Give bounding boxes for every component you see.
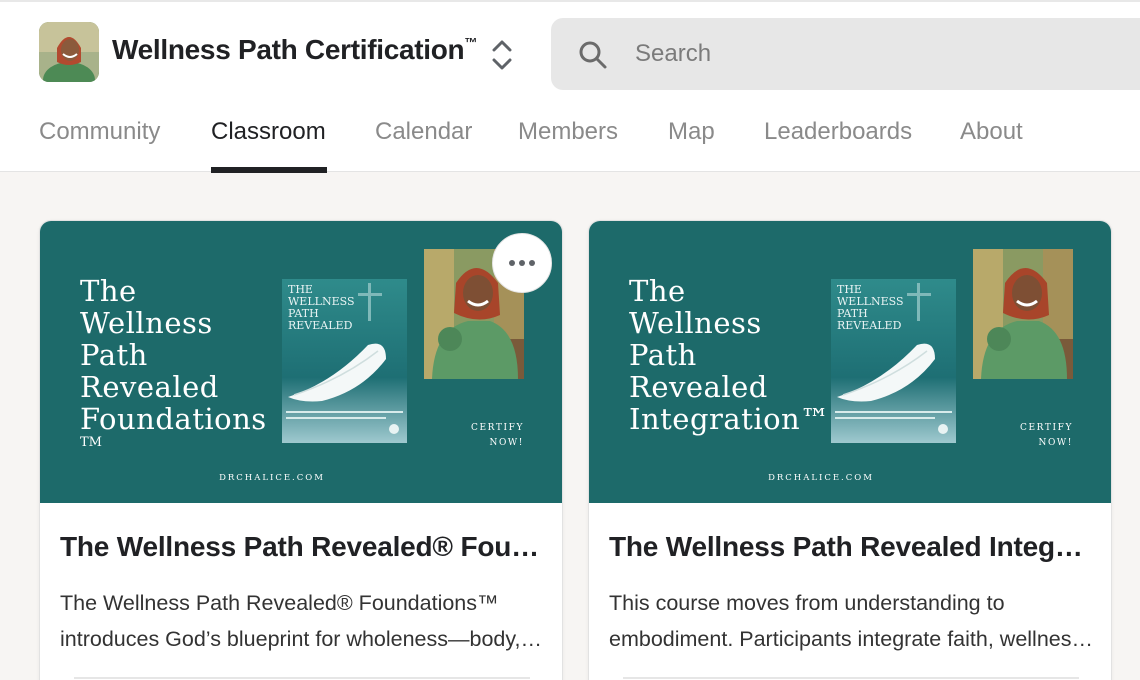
search-input[interactable]: [635, 36, 1135, 72]
tab-bar: Community Classroom Calendar Members Map…: [0, 106, 1140, 174]
progress-track: [74, 677, 530, 679]
tab-classroom[interactable]: Classroom: [211, 118, 326, 146]
tab-community[interactable]: Community: [39, 118, 160, 146]
description-line: The Wellness Path Revealed® Foundations™: [60, 591, 499, 615]
banner-website: DRCHALICE.COM: [768, 473, 874, 483]
course-card[interactable]: The Wellness Path Revealed Integration™ …: [588, 220, 1112, 680]
tab-members[interactable]: Members: [518, 118, 618, 146]
chevron-updown-icon[interactable]: [488, 37, 516, 73]
course-title[interactable]: The Wellness Path Revealed® Foundations™: [60, 531, 540, 563]
banner-title: The Wellness Path Revealed Foundations: [80, 274, 267, 436]
tab-calendar[interactable]: Calendar: [375, 118, 472, 146]
tab-about[interactable]: About: [960, 118, 1023, 146]
banner-trademark: TM: [80, 435, 102, 450]
more-dots-icon: [509, 260, 515, 266]
more-dots-icon: [519, 260, 525, 266]
book-title-line: REVEALED: [288, 319, 353, 332]
course-banner: The Wellness Path Revealed Integration™ …: [589, 221, 1111, 503]
book-title-line: REVEALED: [837, 319, 902, 332]
description-line: introduces God’s blueprint for wholeness…: [60, 627, 544, 651]
book-cover-image: THE WELLNESS PATH REVEALED: [282, 279, 407, 443]
more-dots-icon: [529, 260, 535, 266]
group-name[interactable]: Wellness Path Certification™: [112, 34, 477, 66]
course-description: The Wellness Path Revealed® Foundations™…: [60, 585, 544, 657]
group-avatar[interactable]: [39, 22, 99, 82]
certify-now-text: CERTIFY NOW!: [470, 423, 524, 448]
banner-title: The Wellness Path Revealed Integration™: [629, 274, 830, 436]
search-icon: [579, 41, 607, 69]
description-line: This course moves from understanding to: [609, 591, 1005, 615]
description-line: embodiment. Participants integrate faith…: [609, 627, 1093, 651]
course-title[interactable]: The Wellness Path Revealed Integration™: [609, 531, 1089, 563]
top-header: Wellness Path Certification™ Community C…: [0, 0, 1140, 174]
author-photo: [973, 249, 1073, 379]
certify-now-text: CERTIFY NOW!: [1019, 423, 1073, 448]
tab-leaderboards[interactable]: Leaderboards: [764, 118, 912, 146]
active-tab-indicator: [211, 167, 327, 173]
progress-track: [623, 677, 1079, 679]
search-bar[interactable]: [551, 18, 1140, 90]
course-card[interactable]: The Wellness Path Revealed Foundations T…: [39, 220, 563, 680]
course-banner: The Wellness Path Revealed Foundations T…: [40, 221, 562, 503]
banner-website: DRCHALICE.COM: [219, 473, 325, 483]
tab-map[interactable]: Map: [668, 118, 715, 146]
book-cover-image: THE WELLNESS PATH REVEALED: [831, 279, 956, 443]
more-options-button[interactable]: [492, 233, 552, 293]
course-description: This course moves from understanding to …: [609, 585, 1093, 657]
